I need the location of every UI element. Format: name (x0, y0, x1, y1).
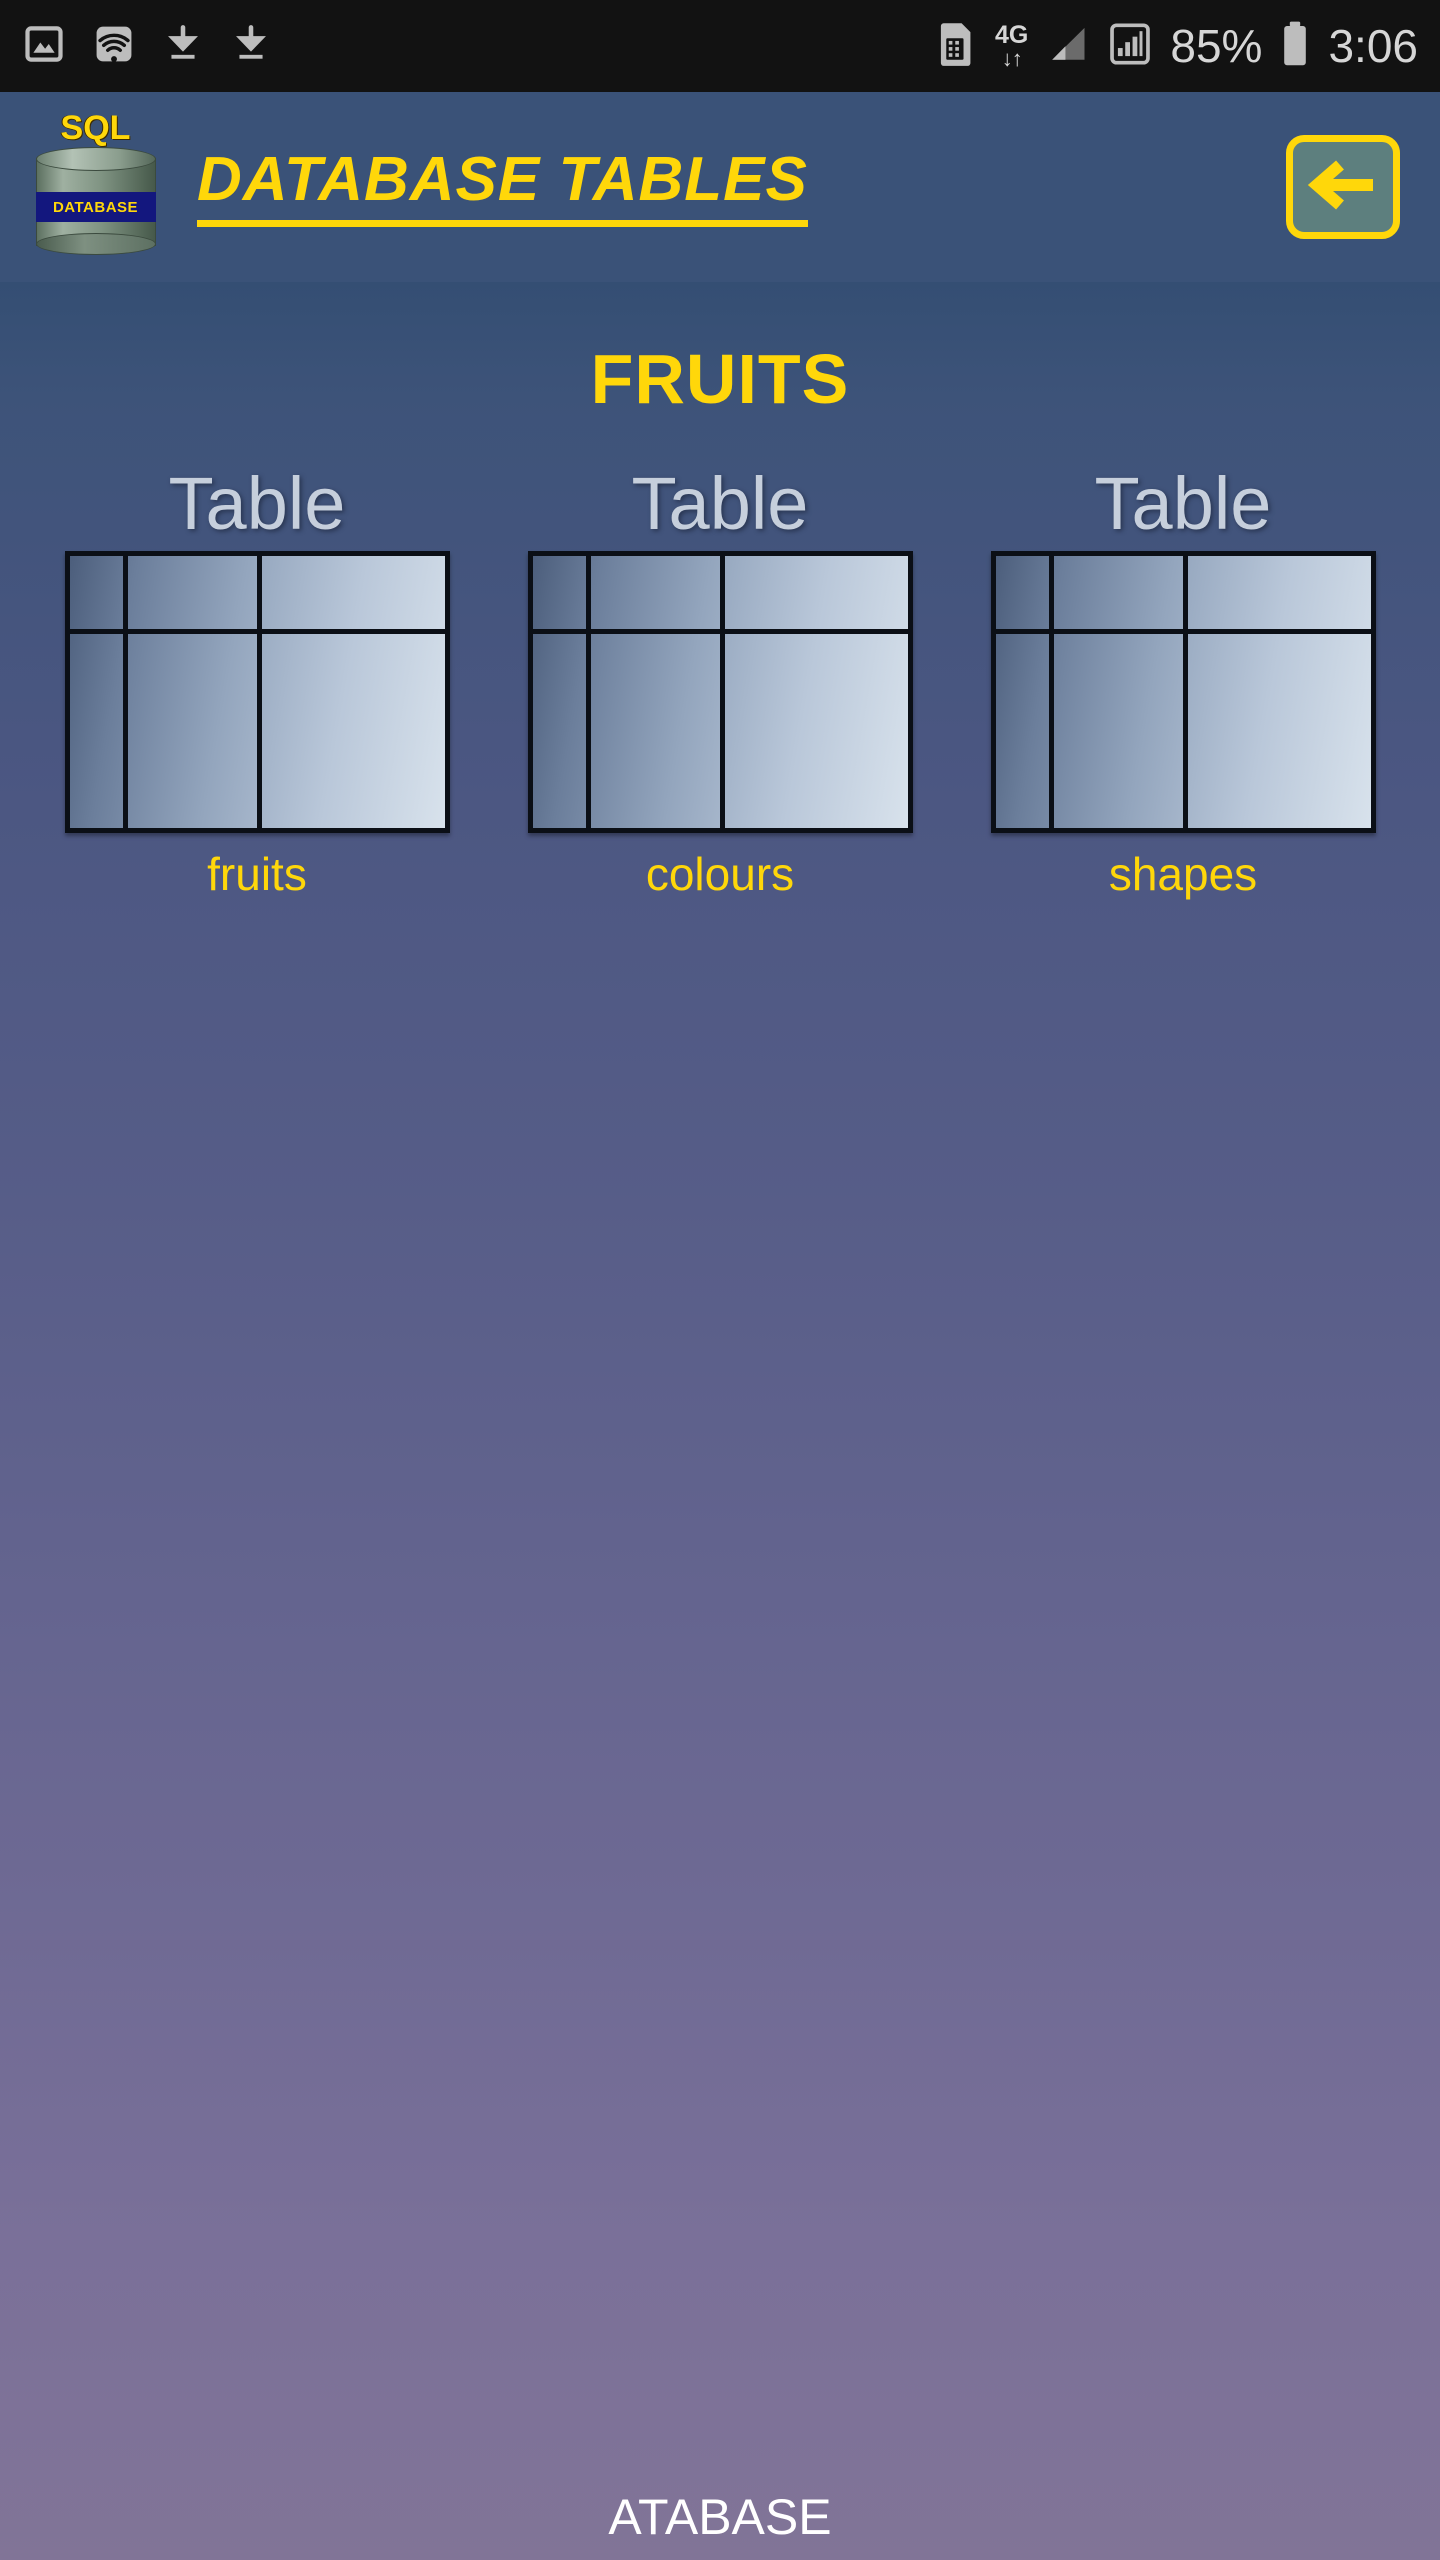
sql-database-cylinder-icon: SQL DATABASE (28, 107, 163, 267)
logo-sql-label: SQL (60, 109, 131, 147)
battery-percent-label: 85% (1170, 20, 1263, 72)
table-name-label: shapes (1108, 848, 1258, 900)
cylinder-bottom-ellipse (35, 233, 156, 255)
tables-list: Table fruits Table colours Table shapes (0, 467, 1440, 897)
table-icon (64, 551, 450, 833)
database-cylinder-shape: DATABASE (35, 147, 156, 255)
table-caption: Table (631, 462, 809, 545)
data-transfer-arrows-icon: ↓↑ (1001, 45, 1023, 71)
battery-icon (1280, 20, 1310, 73)
app-title: DATABASE TABLES (197, 147, 808, 227)
logo-database-label: DATABASE (52, 198, 139, 216)
table-name-label: colours (645, 848, 795, 900)
download-icon (162, 22, 204, 71)
image-icon (22, 22, 66, 71)
table-caption: Table (1094, 462, 1272, 545)
signal-bars-icon (1046, 22, 1090, 71)
status-bar-left-icons (22, 22, 272, 71)
back-arrow-icon (1307, 154, 1379, 221)
network-type-indicator: 4G ↓↑ (995, 20, 1029, 71)
cylinder-database-band: DATABASE (35, 192, 156, 222)
table-item-colours[interactable]: Table colours (527, 462, 913, 900)
table-column-divider-1 (585, 556, 591, 828)
status-bar: 4G ↓↑ 85% 3:06 (0, 0, 1440, 92)
app-header-bar: SQL DATABASE DATABASE TABLES (0, 92, 1440, 282)
back-button[interactable] (1286, 135, 1400, 239)
table-column-divider-1 (1048, 556, 1054, 828)
table-item-shapes[interactable]: Table shapes (990, 462, 1376, 900)
table-column-divider-2 (1182, 556, 1188, 828)
table-column-divider-2 (256, 556, 262, 828)
network-type-label: 4G (995, 20, 1029, 49)
table-column-divider-1 (122, 556, 128, 828)
wifi-icon (92, 22, 136, 71)
sim-card-icon (937, 21, 977, 72)
status-bar-right-icons: 4G ↓↑ 85% 3:06 (937, 20, 1418, 73)
table-column-divider-2 (719, 556, 725, 828)
table-icon (990, 551, 1376, 833)
table-icon (527, 551, 913, 833)
content-area: FRUITS Table fruits Table colours Table … (0, 282, 1440, 2560)
bottom-watermark-text: ATABASE (608, 2489, 832, 2545)
table-item-fruits[interactable]: Table fruits (64, 462, 450, 900)
signal-boxed-icon (1108, 21, 1152, 72)
app-screen: 4G ↓↑ 85% 3:06 SQL DATABASE DATABASE TAB… (0, 0, 1440, 2560)
table-caption: Table (168, 462, 346, 545)
cylinder-top-ellipse (35, 147, 156, 171)
download-icon (230, 22, 272, 71)
page-title: FRUITS (590, 340, 850, 418)
table-name-label: fruits (207, 848, 307, 900)
clock-label: 3:06 (1328, 20, 1418, 72)
